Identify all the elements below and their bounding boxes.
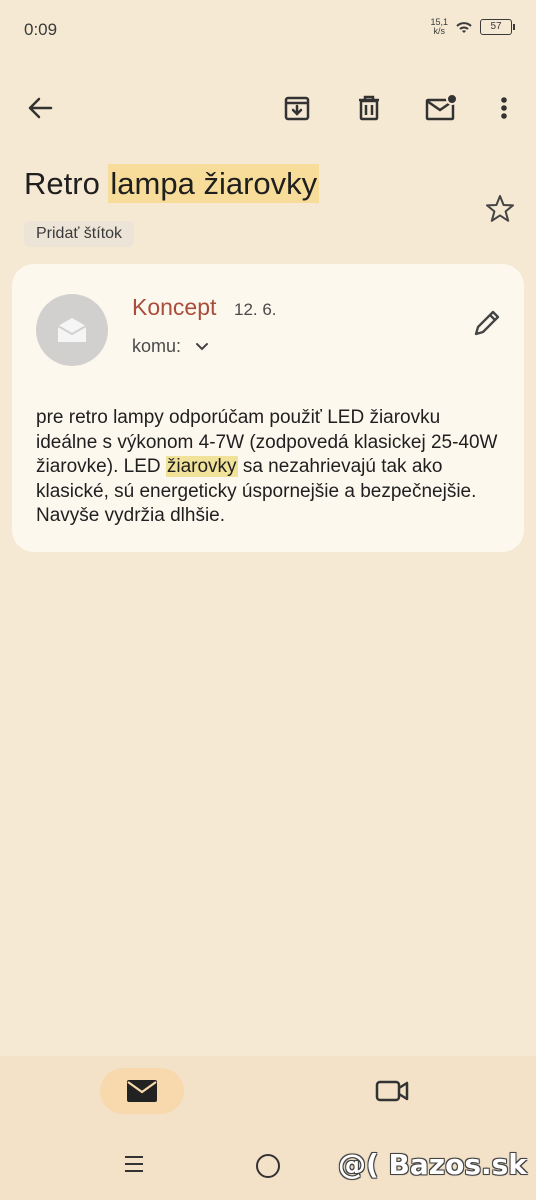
system-navigation: @( Bazos.sk	[0, 1132, 536, 1200]
chevron-down-icon	[196, 342, 209, 350]
add-label-button[interactable]: Pridať štítok	[24, 221, 135, 247]
archive-icon	[284, 96, 310, 121]
mail-icon	[127, 1080, 157, 1102]
network-speed-unit: k/s	[433, 26, 445, 36]
avatar	[36, 294, 108, 366]
subject-text: Retro	[24, 166, 109, 201]
wifi-icon	[456, 22, 472, 33]
star-icon[interactable]	[484, 193, 516, 225]
delete-button[interactable]	[351, 90, 387, 126]
sender-name[interactable]: Koncept	[132, 294, 216, 321]
nav-mail-tab[interactable]	[100, 1068, 184, 1114]
status-bar: 0:09 15,1 k/s 57	[0, 0, 536, 60]
archive-button[interactable]	[279, 90, 315, 126]
email-card: Koncept 12. 6. komu: pre retro lampy odp…	[12, 264, 524, 552]
edit-draft-icon[interactable]	[470, 306, 504, 340]
email-subject: Retro lampa žiarovky	[24, 164, 320, 203]
battery-icon: 57	[480, 19, 515, 35]
network-speed: 15,1 k/s	[430, 18, 448, 36]
watermark: @( Bazos.sk	[338, 1148, 527, 1181]
email-date: 12. 6.	[234, 300, 277, 319]
toolbar	[0, 80, 536, 136]
more-vert-icon	[501, 97, 507, 119]
home-button[interactable]	[256, 1154, 280, 1178]
subject-highlight: lampa žiarovky	[108, 164, 320, 203]
bottom-navigation	[0, 1056, 536, 1132]
trash-icon	[359, 95, 379, 121]
to-label: komu:	[132, 336, 182, 356]
mark-unread-button[interactable]	[423, 90, 459, 126]
back-button[interactable]	[22, 90, 58, 126]
arrow-left-icon	[28, 97, 53, 119]
more-options-button[interactable]	[486, 90, 522, 126]
video-icon[interactable]	[374, 1076, 410, 1106]
email-body: pre retro lampy odporúčam použiť LED žia…	[36, 406, 498, 529]
status-time: 0:09	[24, 20, 58, 39]
recent-apps-icon[interactable]	[122, 1152, 146, 1176]
status-icons: 15,1 k/s 57	[430, 18, 515, 36]
recipients-toggle[interactable]: komu:	[132, 336, 209, 357]
envelope-open-icon	[57, 318, 87, 342]
mail-unread-icon	[425, 93, 458, 121]
body-highlight: žiarovky	[165, 456, 238, 477]
